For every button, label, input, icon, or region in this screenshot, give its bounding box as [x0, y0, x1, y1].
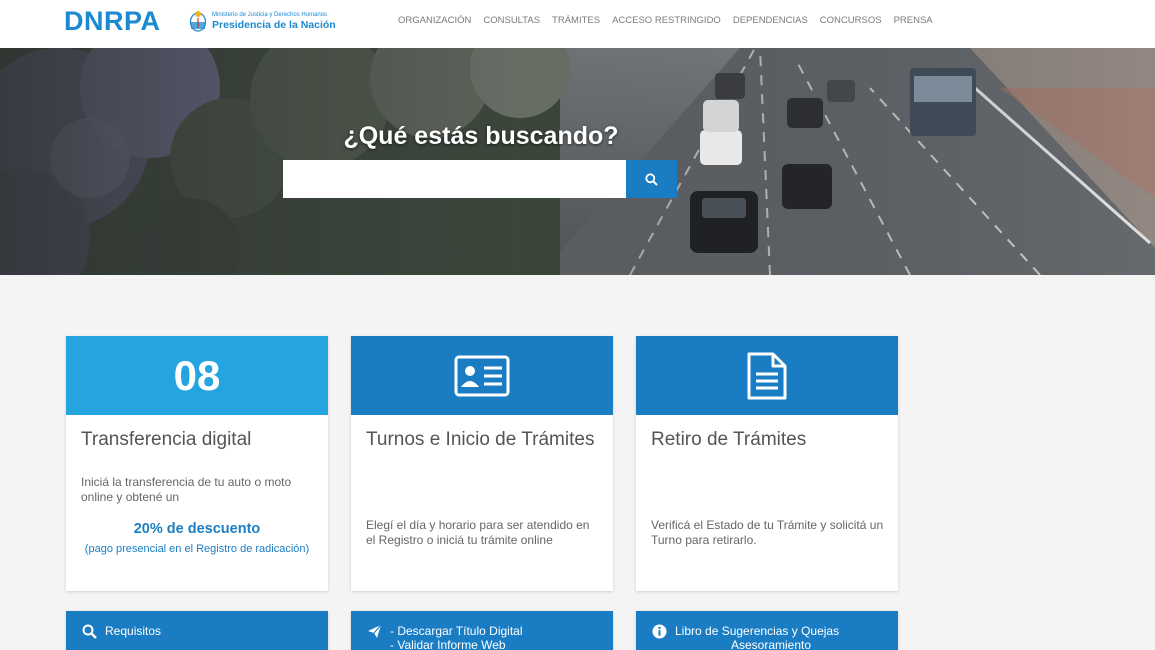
search-icon — [645, 172, 658, 186]
card-description: Verificá el Estado de tu Trámite y solic… — [651, 518, 884, 547]
document-icon — [747, 352, 787, 399]
discount-note: (pago presencial en el Registro de radic… — [84, 543, 310, 555]
presidency-name: Presidencia de la Nación — [212, 18, 336, 31]
titulo-digital-button[interactable]: - Descargar Título Digital - Validar Inf… — [351, 611, 613, 650]
search-input[interactable] — [283, 160, 626, 198]
search-icon — [82, 624, 97, 639]
libro-sugerencias-button[interactable]: Libro de Sugerencias y Quejas Asesoramie… — [636, 611, 898, 650]
card-turnos[interactable]: Turnos e Inicio de Trámites Elegí el día… — [351, 336, 613, 591]
site-header: DNRPA Ministerio de Justicia y Derechos … — [0, 0, 1155, 48]
nav-prensa[interactable]: PRENSA — [894, 15, 933, 26]
nav-dependencias[interactable]: DEPENDENCIAS — [733, 15, 808, 26]
nav-tramites[interactable]: TRÁMITES — [552, 15, 600, 26]
card-title: Retiro de Trámites — [651, 429, 807, 450]
dnrpa-logo[interactable]: DNRPA — [64, 6, 161, 36]
card-description: Elegí el día y horario para ser atendido… — [366, 518, 590, 547]
hero-banner: ¿Qué estás buscando? — [0, 48, 1155, 275]
button-label-line-2: Asesoramiento — [731, 638, 812, 650]
government-brand[interactable]: Ministerio de Justicia y Derechos Humano… — [189, 9, 336, 33]
button-label: Requisitos — [105, 624, 162, 638]
button-label-line-1: - Descargar Título Digital — [390, 624, 523, 638]
nav-acceso-restringido[interactable]: ACCESO RESTRINGIDO — [612, 15, 721, 26]
card-retiro-tramites[interactable]: Retiro de Trámites Verificá el Estado de… — [636, 336, 898, 591]
button-label-line-2: - Validar Informe Web — [390, 638, 506, 650]
card-header — [636, 336, 898, 415]
nav-consultas[interactable]: CONSULTAS — [483, 15, 540, 26]
discount-text: 20% de descuento — [133, 521, 261, 537]
ministry-name: Ministerio de Justicia y Derechos Humano… — [212, 11, 328, 18]
paper-plane-icon — [368, 624, 382, 638]
info-icon — [652, 624, 667, 639]
national-seal-icon — [189, 11, 207, 32]
id-card-icon — [454, 355, 510, 396]
hero-title: ¿Qué estás buscando? — [343, 122, 619, 150]
card-title: Transferencia digital — [81, 429, 252, 450]
requisitos-button[interactable]: Requisitos — [66, 611, 328, 650]
card-title: Turnos e Inicio de Trámites — [366, 429, 595, 450]
main-nav: ORGANIZACIÓN CONSULTAS TRÁMITES ACCESO R… — [398, 15, 945, 26]
card-description: Iniciá la transferencia de tu auto o mot… — [81, 475, 292, 504]
nav-concursos[interactable]: CONCURSOS — [820, 15, 882, 26]
nav-organizacion[interactable]: ORGANIZACIÓN — [398, 15, 471, 26]
card-header — [351, 336, 613, 415]
card-header: 08 — [66, 336, 328, 415]
card-transferencia-digital[interactable]: 08 Transferencia digital Iniciá la trans… — [66, 336, 328, 591]
button-label-line-1: Libro de Sugerencias y Quejas — [675, 624, 840, 638]
search-button[interactable] — [626, 160, 677, 198]
card-number: 08 — [173, 351, 221, 399]
